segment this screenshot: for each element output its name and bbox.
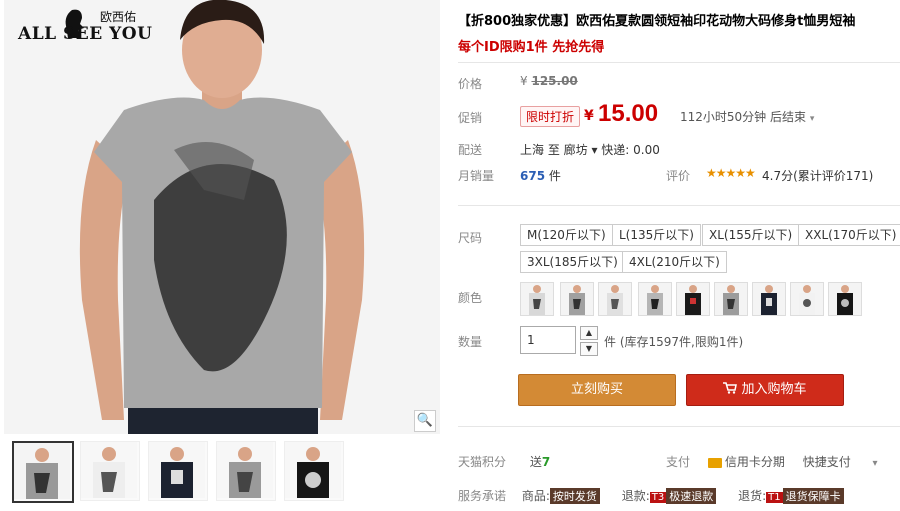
quantity-input[interactable]: 1 — [520, 326, 576, 354]
rating-stars: ★★★★★ — [706, 166, 756, 180]
color-options — [520, 282, 900, 318]
add-to-cart-button[interactable]: 加入购物车 — [686, 374, 844, 406]
thumbnail-image — [285, 442, 341, 498]
promo-tag: 限时打折 — [520, 106, 581, 127]
color-swatch[interactable] — [752, 282, 786, 316]
cart-icon — [723, 382, 738, 394]
size-option[interactable]: XXL(170斤以下) — [798, 224, 900, 246]
price-label: 价格 — [458, 77, 483, 91]
credit-card-icon — [707, 457, 722, 468]
color-swatch[interactable] — [676, 282, 710, 316]
chevron-down-icon: ▾ — [809, 114, 815, 124]
product-info-panel: 【折800独家优惠】欧西佑夏款圆领短袖印花动物大码修身t恤男短袖 每个ID限购1… — [450, 0, 900, 511]
divider — [458, 205, 900, 206]
service-goods-label: 商品: — [521, 489, 550, 503]
points-value: 7 — [541, 455, 551, 469]
rating-score[interactable]: 4.7分(累计评价171) — [762, 167, 873, 184]
product-title: 【折800独家优惠】欧西佑夏款圆领短袖印花动物大码修身t恤男短袖 — [458, 14, 856, 29]
current-price-currency: ¥ — [584, 108, 594, 124]
thumbnail[interactable] — [80, 441, 140, 501]
color-label: 颜色 — [458, 291, 483, 305]
size-option[interactable]: L(135斤以下) — [612, 224, 701, 246]
service-label: 服务承诺 — [458, 489, 507, 503]
size-label: 尺码 — [458, 231, 483, 245]
countdown-timer[interactable]: 112小时50分钟 后结束 ▾ — [680, 108, 814, 125]
color-swatch[interactable] — [560, 282, 594, 316]
product-subtitle: 每个ID限购1件 先抢先得 — [458, 40, 605, 55]
thumbnail[interactable] — [216, 441, 276, 501]
divider — [458, 426, 900, 427]
service-return-tag[interactable]: 退货保障卡 — [782, 488, 844, 504]
service-goods-tag[interactable]: 按时发货 — [549, 488, 600, 504]
color-swatch[interactable] — [598, 282, 632, 316]
divider — [458, 62, 900, 63]
monthly-sales: 675 件 — [520, 167, 561, 184]
product-gallery: 欧西佑 ALL SEE YOU 🔍 — [0, 0, 440, 511]
zoom-icon[interactable]: 🔍 — [414, 410, 436, 432]
points-row: 天猫积分 送7 — [458, 453, 550, 470]
currency-symbol: ¥ — [520, 74, 528, 88]
thumbnail[interactable] — [12, 441, 74, 503]
sales-label: 月销量 — [458, 169, 495, 183]
thumbnail[interactable] — [148, 441, 208, 501]
points-label: 天猫积分 — [458, 455, 507, 469]
sales-unit: 件 — [548, 169, 561, 183]
brand-logo: 欧西佑 ALL SEE YOU — [14, 4, 154, 46]
promo-label: 促销 — [458, 111, 483, 125]
size-option[interactable]: 4XL(210斤以下) — [622, 251, 727, 273]
original-price-value: 125.00 — [531, 74, 578, 88]
quantity-decrease-button[interactable]: ▼ — [580, 342, 598, 356]
current-price: 15.00 — [598, 100, 659, 127]
service-refund-label: 退款: — [621, 489, 650, 503]
thumbnail[interactable] — [284, 441, 344, 501]
size-option[interactable]: XL(155斤以下) — [702, 224, 800, 246]
points-text: 送 — [529, 455, 542, 469]
brand-english-name: ALL SEE YOU — [18, 24, 153, 44]
model-photo — [4, 0, 440, 434]
main-product-image[interactable]: 欧西佑 ALL SEE YOU 🔍 — [4, 0, 440, 434]
size-option[interactable]: 3XL(185斤以下) — [520, 251, 625, 273]
color-swatch[interactable] — [520, 282, 554, 316]
size-options: M(120斤以下) L(135斤以下) XL(155斤以下) XXL(170斤以… — [520, 224, 900, 274]
service-return-label: 退货: — [738, 489, 767, 503]
thumbnail-image — [217, 442, 273, 498]
buy-now-button[interactable]: 立刻购买 — [518, 374, 676, 406]
chevron-down-icon[interactable]: ▾ — [873, 458, 878, 469]
thumbnail-image — [81, 442, 137, 498]
brand-chinese-name: 欧西佑 — [100, 10, 137, 24]
service-return-badge: T1 — [766, 492, 783, 503]
countdown-text: 112小时50分钟 后结束 — [680, 110, 806, 124]
shipping-label: 配送 — [458, 143, 483, 157]
thumbnail-strip — [10, 441, 440, 503]
service-refund-badge: T3 — [649, 492, 667, 503]
service-refund-tag[interactable]: 极速退款 — [666, 488, 717, 504]
quantity-increase-button[interactable]: ▲ — [580, 326, 598, 340]
review-label: 评价 — [666, 169, 691, 183]
shipping-destination[interactable]: 上海 至 廊坊 ▾ 快递: 0.00 — [520, 141, 660, 158]
thumbnail-image — [14, 443, 70, 499]
sales-count: 675 — [520, 169, 546, 183]
color-swatch[interactable] — [790, 282, 824, 316]
service-row: 服务承诺 商品: 按时发货 退款: T3 极速退款 退货: T1 退货保障卡 — [458, 487, 844, 504]
payment-label: 支付 — [666, 455, 691, 469]
thumbnail-image — [149, 442, 205, 498]
stock-info: 件 (库存1597件,限购1件) — [604, 335, 744, 349]
original-price: ¥ 125.00 — [520, 74, 578, 88]
quantity-label: 数量 — [458, 335, 483, 349]
color-swatch[interactable] — [714, 282, 748, 316]
add-to-cart-label: 加入购物车 — [741, 382, 807, 397]
color-swatch[interactable] — [828, 282, 862, 316]
size-option[interactable]: M(120斤以下) — [520, 224, 613, 246]
color-swatch[interactable] — [638, 282, 672, 316]
quick-pay[interactable]: 快捷支付 — [803, 455, 851, 469]
payment-row: 支付 信用卡分期 快捷支付 ▾ — [666, 453, 878, 470]
credit-installment-label: 信用卡分期 — [724, 455, 785, 469]
credit-installment[interactable]: 信用卡分期 — [707, 455, 785, 469]
